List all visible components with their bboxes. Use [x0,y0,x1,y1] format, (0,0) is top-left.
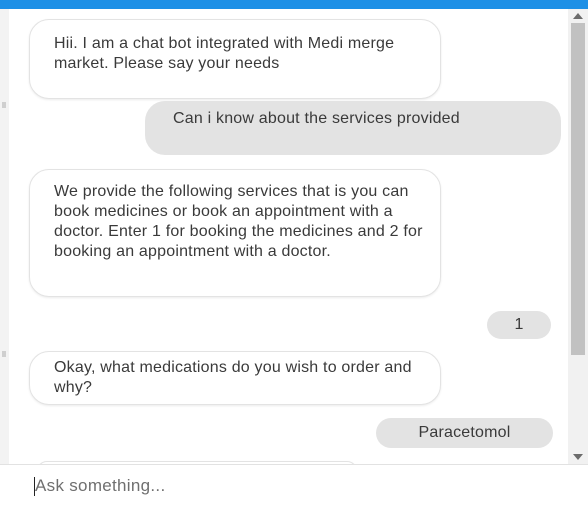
bot-message: Okay, what medications do you wish to or… [29,351,441,405]
chatbot-window: Hii. I am a chat bot integrated with Med… [0,0,588,506]
bot-message: Hii. I am a chat bot integrated with Med… [29,19,441,99]
left-edge [0,9,9,464]
user-message: 1 [487,311,551,339]
chat-input[interactable] [35,471,535,501]
top-accent-bar [0,0,588,9]
scroll-down-arrow-icon[interactable] [573,454,583,460]
edge-mark [2,351,6,357]
scroll-up-arrow-icon[interactable] [573,13,583,19]
user-message: Can i know about the services provided [145,101,561,155]
edge-mark [2,102,6,108]
chat-message-list[interactable]: Hii. I am a chat bot integrated with Med… [9,9,568,464]
chat-input-bar [0,464,588,506]
bot-message: We provide the following services that i… [29,169,441,297]
chat-scrollbar[interactable] [568,9,588,464]
user-message: Paracetomol [376,418,553,448]
scroll-thumb[interactable] [571,23,585,355]
